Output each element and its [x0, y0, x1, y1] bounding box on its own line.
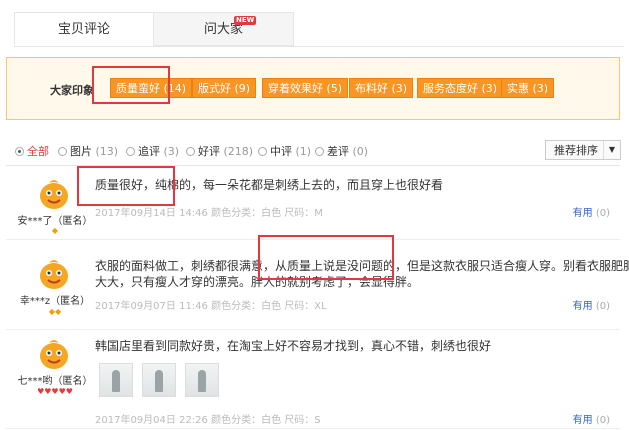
member-level-icon: ♥♥♥♥♥ [37, 387, 73, 396]
review-meta: 2017年09月04日 22:26 颜色分类：白色 尺码：S [95, 415, 321, 426]
review-item: 七***哟（匿名） ♥♥♥♥♥ 韩国店里看到同款好贵，在淘宝上好不容易才找到，真… [6, 330, 620, 429]
new-badge: NEW [234, 16, 257, 25]
avatar [37, 336, 71, 370]
impression-label: 大家印象 [50, 84, 94, 97]
filter-neutral[interactable]: 中评 (1) [258, 143, 311, 159]
filter-images[interactable]: 图片 (13) [58, 143, 118, 159]
filter-negative[interactable]: 差评 (0) [315, 143, 368, 159]
impression-tag-fabric[interactable]: 布料好 (3) [349, 78, 414, 98]
review-meta: 2017年09月07日 11:46 颜色分类：白色 尺码：XL [95, 301, 327, 312]
filter-all[interactable]: 全部 [15, 143, 49, 159]
helpful-button[interactable]: 有用 (0) [573, 297, 610, 312]
member-level-icon: ◆◆ [48, 307, 62, 316]
review-text: 韩国店里看到同款好贵，在淘宝上好不容易才找到，真心不错，刺绣也很好 [95, 339, 492, 353]
impression-tag-fit[interactable]: 穿着效果好 (5) [262, 78, 349, 98]
sort-dropdown[interactable]: 推荐排序 ▼ [545, 140, 621, 160]
radio-icon [186, 147, 195, 156]
tab-ask-everyone[interactable]: 问大家 [154, 12, 294, 46]
filter-positive[interactable]: 好评 (218) [186, 143, 253, 159]
helpful-button[interactable]: 有用 (0) [573, 204, 610, 219]
highlight-box-review-1 [77, 166, 175, 206]
review-filter-bar: 全部 图片 (13) 追评 (3) 好评 (218) 中评 (1) 差评 (0)… [6, 133, 621, 166]
radio-icon [15, 147, 24, 156]
review-photo[interactable] [99, 363, 133, 397]
avatar [37, 176, 71, 210]
tab-reviews[interactable]: 宝贝评论 [14, 12, 154, 46]
review-photo[interactable] [185, 363, 219, 397]
review-images [99, 363, 228, 400]
review-meta: 2017年09月14日 14:46 颜色分类：白色 尺码：M [95, 208, 323, 219]
radio-icon [258, 147, 267, 156]
reviewer-name: 七***哟（匿名） [17, 376, 93, 387]
avatar [37, 256, 71, 290]
chevron-down-icon: ▼ [603, 141, 620, 159]
radio-icon [315, 147, 324, 156]
highlight-box-review-2 [258, 235, 394, 280]
review-tabs: 宝贝评论 问大家 NEW [14, 12, 624, 47]
impression-tag-service[interactable]: 服务态度好 (3) [417, 78, 504, 98]
radio-icon [58, 147, 67, 156]
highlight-box-tag [92, 66, 170, 104]
reviewer-name: 安***了（匿名） [17, 216, 93, 227]
member-level-icon: ◆ [51, 226, 59, 235]
impression-tag-style[interactable]: 版式好 (9) [192, 78, 257, 98]
impression-tag-value[interactable]: 实惠 (3) [501, 78, 555, 98]
helpful-button[interactable]: 有用 (0) [573, 411, 610, 426]
radio-icon [126, 147, 135, 156]
review-photo[interactable] [142, 363, 176, 397]
filter-followup[interactable]: 追评 (3) [126, 143, 179, 159]
reviewer-name: 幸***z（匿名） [19, 296, 91, 307]
